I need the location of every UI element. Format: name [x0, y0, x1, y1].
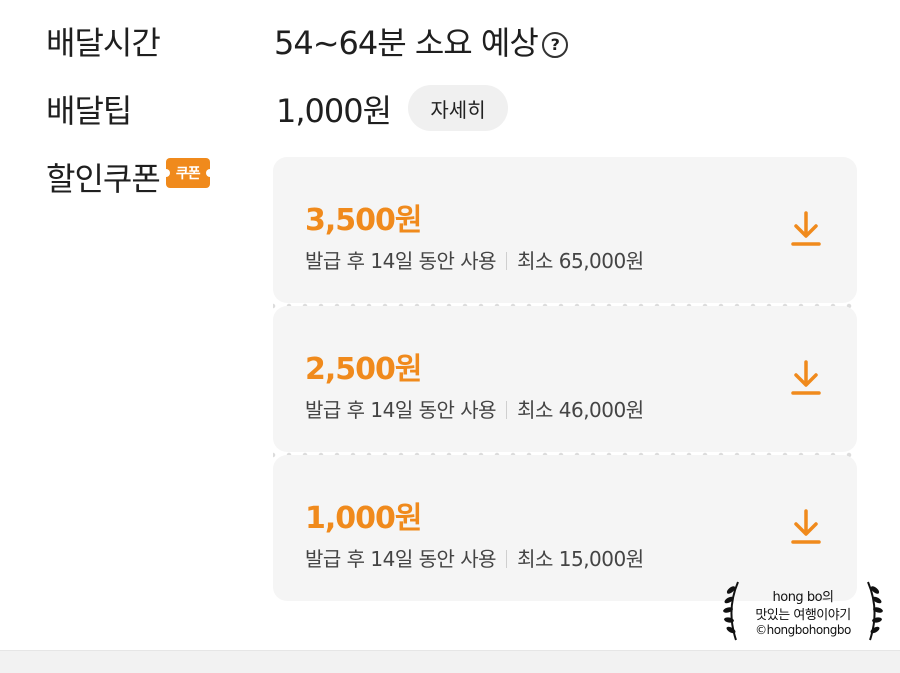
watermark-line-1: hong bo의: [772, 590, 834, 605]
download-icon[interactable]: [789, 209, 823, 249]
coupon-minimum: 최소 15,000원: [517, 547, 644, 571]
coupon-conditions: 발급 후 14일 동안 사용 최소 15,000원: [305, 543, 644, 572]
coupon-validity: 발급 후 14일 동안 사용: [305, 249, 497, 273]
divider: [506, 401, 508, 419]
download-icon[interactable]: [789, 507, 823, 547]
coupon-validity: 발급 후 14일 동안 사용: [305, 547, 497, 571]
divider: [506, 550, 508, 568]
bottom-bar: [0, 650, 900, 673]
detail-button[interactable]: 자세히: [408, 85, 508, 131]
coupon-minimum: 최소 46,000원: [517, 398, 644, 422]
coupon-conditions: 발급 후 14일 동안 사용 최소 46,000원: [305, 394, 644, 423]
coupon-card[interactable]: 2,500원 발급 후 14일 동안 사용 최소 46,000원: [273, 306, 857, 452]
coupon-amount: 1,000원: [305, 501, 422, 536]
divider: [506, 252, 508, 270]
help-icon[interactable]: ?: [541, 32, 568, 58]
delivery-tip-value: 1,000원: [276, 92, 392, 130]
download-icon[interactable]: [789, 358, 823, 398]
coupon-card[interactable]: 3,500원 발급 후 14일 동안 사용 최소 65,000원: [273, 157, 857, 303]
delivery-time-value: 54~64분 소요 예상?: [274, 18, 568, 64]
discount-coupon-label: 할인쿠폰 쿠폰: [46, 154, 214, 200]
coupon-badge-text: 쿠폰: [175, 166, 201, 182]
coupon-badge-icon: 쿠폰: [161, 158, 214, 188]
coupon-amount: 3,500원: [305, 203, 422, 238]
delivery-time-text: 54~64분 소요 예상: [274, 24, 539, 62]
coupon-validity: 발급 후 14일 동안 사용: [305, 398, 497, 422]
watermark: hong bo의 맛있는 여행이야기 ©hongbohongbo: [718, 580, 888, 650]
coupon-conditions: 발급 후 14일 동안 사용 최소 65,000원: [305, 245, 644, 274]
discount-coupon-text: 할인쿠폰: [46, 160, 161, 198]
watermark-line-2: 맛있는 여행이야기: [755, 608, 851, 623]
delivery-tip-label: 배달팁: [46, 92, 132, 130]
coupon-amount: 2,500원: [305, 352, 422, 387]
coupon-minimum: 최소 65,000원: [517, 249, 644, 273]
watermark-line-3: ©hongbohongbo: [755, 623, 851, 637]
delivery-time-label: 배달시간: [46, 24, 161, 62]
